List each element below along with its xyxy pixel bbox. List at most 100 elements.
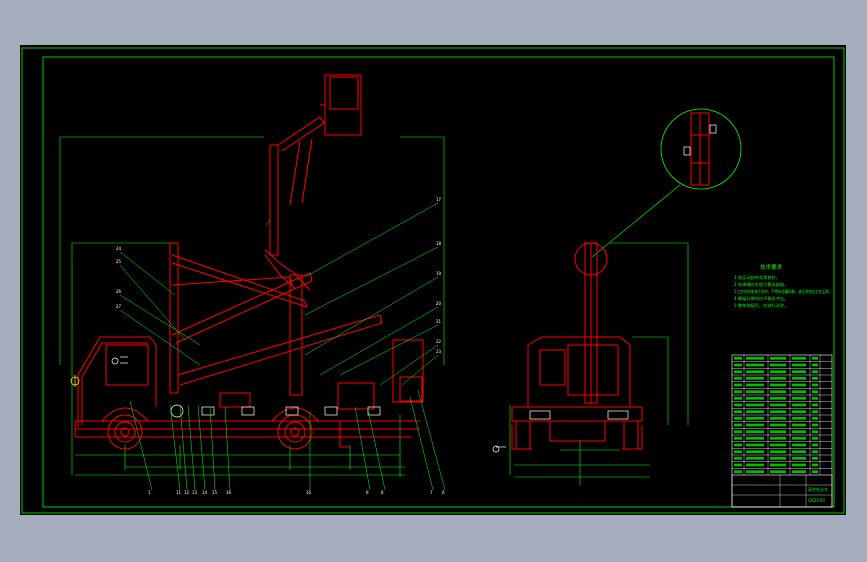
parts-cell-mark (812, 450, 818, 453)
parts-cell-mark (770, 437, 786, 440)
tech-line-1: 1.各运动部件润滑良好。 (734, 274, 780, 281)
balloon-25: 25 (116, 259, 122, 264)
parts-cell-mark (734, 383, 742, 387)
parts-cell-mark (770, 417, 786, 420)
cad-drawing: 1 11 12 13 14 15 16 10 9 8 7 6 17 18 19 … (21, 47, 845, 514)
parts-cell-mark (770, 443, 786, 447)
parts-cell-mark (792, 397, 806, 400)
rear-view (492, 184, 689, 485)
parts-cell-mark (792, 390, 806, 393)
parts-cell-mark (812, 383, 818, 387)
parts-cell-mark (792, 463, 806, 467)
tech-line-4: 4.臂架升降时应平稳无冲击。 (734, 295, 788, 302)
balloon-6: 6 (442, 490, 445, 495)
tech-title: 技术要求 (760, 263, 783, 271)
balloon-1: 1 (148, 490, 151, 495)
parts-cell-mark (746, 457, 764, 460)
detail-view (660, 108, 742, 190)
parts-cell-mark (770, 430, 786, 433)
parts-cell-mark (792, 383, 806, 387)
parts-cell-mark (812, 363, 818, 367)
parts-cell-mark (734, 357, 742, 360)
parts-cell-mark (746, 463, 764, 467)
parts-cell-mark (746, 390, 764, 393)
parts-cell-mark (770, 390, 786, 393)
parts-cell-mark (734, 457, 742, 460)
balloon-21: 21 (436, 319, 442, 324)
parts-cell-mark (734, 417, 742, 420)
balloon-15: 15 (212, 490, 218, 495)
parts-cell-mark (770, 370, 786, 373)
tech-line-2: 2.各焊缝应牢固可靠无缺陷。 (734, 281, 788, 288)
balloon-27: 27 (116, 304, 122, 309)
balloon-12: 12 (184, 490, 190, 495)
parts-cell-mark (812, 423, 818, 427)
parts-cell-mark (770, 423, 786, 427)
parts-cell-mark (770, 363, 786, 367)
cad-viewport[interactable]: 1 11 12 13 14 15 16 10 9 8 7 6 17 18 19 … (20, 45, 846, 515)
parts-cell-mark (792, 423, 806, 427)
parts-cell-mark (746, 443, 764, 447)
parts-cell-mark (812, 403, 818, 407)
balloon-11: 11 (176, 490, 182, 495)
parts-cell-mark (746, 383, 764, 387)
parts-cell-mark (812, 470, 818, 473)
parts-cell-mark (792, 430, 806, 433)
parts-cell-mark (792, 403, 806, 407)
parts-cell-mark (770, 357, 786, 360)
balloon-7: 7 (430, 490, 433, 495)
parts-cell-mark (792, 457, 806, 460)
balloon-26: 26 (116, 289, 122, 294)
parts-cell-mark (812, 370, 818, 373)
parts-cell-mark (792, 410, 806, 413)
parts-cell-mark (746, 403, 764, 407)
balloon-13: 13 (192, 490, 198, 495)
parts-cell-mark (792, 357, 806, 360)
balloon-10: 10 (306, 490, 312, 495)
parts-cell-mark (812, 377, 818, 380)
parts-cell-mark (734, 450, 742, 453)
parts-cell-mark (812, 357, 818, 360)
parts-cell-mark (770, 383, 786, 387)
balloon-23: 23 (436, 349, 442, 354)
parts-cell-mark (812, 410, 818, 413)
balloon-22: 22 (436, 339, 442, 344)
parts-cell-mark (792, 450, 806, 453)
parts-cell-mark (734, 403, 742, 407)
parts-cell-mark (734, 390, 742, 393)
parts-cell-mark (770, 463, 786, 467)
parts-cell-mark (746, 450, 764, 453)
parts-cell-mark (746, 423, 764, 427)
drawing-name: 高空作业车 (808, 486, 828, 492)
parts-cell-mark (792, 377, 806, 380)
parts-cell-mark (746, 430, 764, 433)
parts-cell-mark (734, 437, 742, 440)
balloon-9: 9 (366, 490, 369, 495)
tech-line-3: 3.工作前检查液压系统，不得有泄漏现象，液压系统应工作正常。 (734, 288, 832, 295)
parts-cell-mark (734, 397, 742, 400)
parts-cell-mark (812, 463, 818, 467)
parts-cell-mark (746, 370, 764, 373)
parts-cell-mark (812, 417, 818, 420)
balloon-24: 24 (116, 246, 122, 251)
parts-cell-mark (746, 397, 764, 400)
parts-cell-mark (734, 470, 742, 473)
drawing-number: GKZY-00 (808, 498, 825, 503)
side-view: 1 11 12 13 14 15 16 10 9 8 7 6 17 18 19 … (59, 74, 446, 495)
parts-cell-mark (812, 443, 818, 447)
parts-cell-mark (792, 363, 806, 367)
parts-cell-mark (770, 457, 786, 460)
parts-cell-mark (746, 357, 764, 360)
parts-cell-mark (734, 363, 742, 367)
parts-cell-mark (734, 463, 742, 467)
title-block: 高空作业车 GKZY-00 (731, 474, 833, 508)
parts-cell-mark (792, 437, 806, 440)
parts-cell-mark (812, 457, 818, 460)
parts-cell-mark (770, 377, 786, 380)
parts-cell-mark (770, 470, 786, 473)
parts-cell-mark (746, 410, 764, 413)
parts-cell-mark (812, 437, 818, 440)
parts-cell-mark (746, 437, 764, 440)
balloon-14: 14 (202, 490, 208, 495)
parts-cell-mark (770, 450, 786, 453)
